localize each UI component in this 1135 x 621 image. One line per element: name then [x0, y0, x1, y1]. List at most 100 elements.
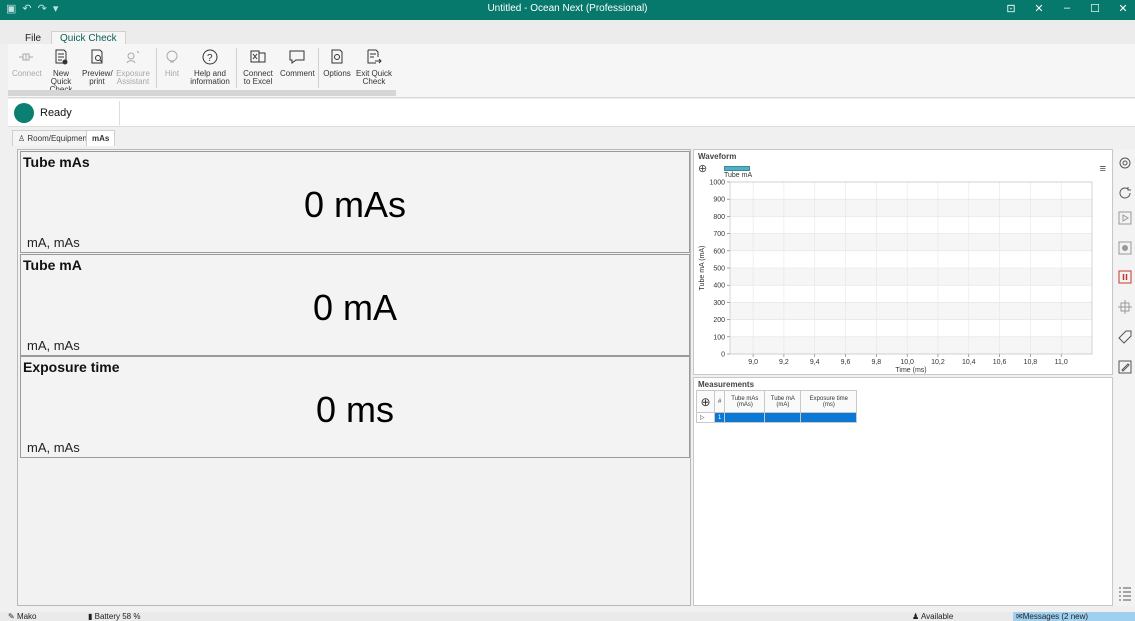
connect-label: Connect: [12, 69, 42, 78]
tube-ma-unit: mA: [343, 287, 398, 328]
crosshair-icon[interactable]: [1117, 299, 1133, 315]
ribbon-separator: [236, 48, 237, 88]
waveform-panel: Waveform ⊕ Tube mA ≡ 0 100 200 300 400 500 600…: [693, 149, 1113, 375]
tube-mas-value: 0 mAs: [21, 184, 689, 226]
exposure-time-value: 0 ms: [21, 389, 689, 431]
zoom-in-icon[interactable]: ⊕: [698, 162, 707, 175]
close-panel-icon[interactable]: ✕: [1031, 2, 1047, 15]
x-tick-label: 9,2: [779, 359, 789, 366]
tube-mas-block: Tube mAs 0 mAs mA, mAs: [20, 151, 690, 253]
assistant-icon: [126, 50, 140, 64]
device-status: ✎ Mako: [8, 612, 37, 621]
new-document-icon: [55, 49, 68, 65]
grid-band: [730, 268, 1092, 286]
exposure-assistant-label: Exposure Assistant: [116, 69, 150, 86]
row-expand-icon[interactable]: ▷: [696, 412, 715, 423]
exit-icon: [367, 49, 382, 64]
y-tick-label: 400: [713, 283, 725, 290]
x-tick-label: 10,8: [1024, 359, 1038, 366]
tab-mas-label: mAs: [92, 134, 110, 143]
preview-print-button[interactable]: Preview/ print: [82, 48, 113, 86]
pause-icon[interactable]: [1117, 269, 1133, 285]
ribbon-separator: [156, 48, 157, 88]
column-header[interactable]: Tube mA (mA): [764, 390, 802, 413]
column-header[interactable]: Exposure time (ms): [800, 390, 858, 413]
chart-menu-icon[interactable]: ≡: [1100, 163, 1106, 175]
options-label: Options: [323, 69, 351, 78]
available-icon: ♟: [912, 612, 920, 621]
exposure-time-subtitle: mA, mAs: [27, 440, 80, 455]
restore-panel-icon[interactable]: ⊡: [1003, 2, 1019, 15]
x-tick-label: 9,8: [871, 359, 881, 366]
tube-mas-subtitle: mA, mAs: [27, 235, 80, 250]
table-zoom-icon[interactable]: ⊕: [696, 390, 715, 413]
ribbon: Connect New Quick Check Preview/ print E…: [8, 44, 1135, 98]
tube-ma-number: 0: [312, 287, 333, 328]
table-cell: [764, 412, 802, 423]
table-cell: [724, 412, 766, 423]
column-header[interactable]: Tube mAs (mAs): [724, 390, 766, 413]
settings-icon[interactable]: [1117, 155, 1133, 171]
y-tick-label: 600: [713, 248, 725, 255]
help-button[interactable]: ? Help and information: [188, 48, 232, 86]
tab-room-equipment-label: Room/Equipment: [27, 134, 90, 143]
x-tick-label: 9,6: [841, 359, 851, 366]
status-text: Ready: [40, 107, 72, 119]
grid-band: [730, 199, 1092, 217]
waveform-chart: 0 100 200 300 400 500 600 700 800 900 1000 9,0 9,2 9,…: [699, 180, 1093, 374]
stop-icon[interactable]: [1117, 240, 1133, 256]
measurements-table: ⊕ # Tube mAs (mAs) Tube mA (mA) Exposure…: [696, 390, 858, 423]
connect-excel-button[interactable]: Connect to Excel: [240, 48, 276, 86]
y-tick-label: 1000: [709, 180, 725, 187]
app-window: ▣ ↶ ↷ ▾ Untitled - Ocean Next (Professio…: [0, 0, 1135, 621]
exposure-time-number: 0: [315, 389, 336, 430]
tube-mas-number: 0: [303, 184, 324, 225]
column-header[interactable]: #: [713, 390, 726, 413]
minimize-button[interactable]: –: [1059, 2, 1075, 15]
available-text: Available: [920, 612, 954, 621]
refresh-icon[interactable]: [1117, 185, 1133, 201]
y-tick-label: 300: [713, 300, 725, 307]
comment-icon: [289, 50, 305, 64]
maximize-button[interactable]: ☐: [1087, 2, 1103, 15]
menu-file[interactable]: File: [25, 33, 41, 44]
print-preview-icon: [91, 49, 103, 64]
connect-button[interactable]: Connect: [12, 48, 42, 78]
status-light-icon: [14, 103, 34, 123]
messages-indicator[interactable]: ✉Messages (2 new): [1013, 612, 1135, 621]
tab-room-equipment[interactable]: ♙ Room/Equipment: [12, 130, 96, 146]
tag-icon[interactable]: [1117, 329, 1133, 345]
menu-tabs: File Quick Check: [0, 20, 1135, 48]
battery-status: ▮ Battery 58 %: [88, 612, 140, 621]
hint-label: Hint: [164, 69, 180, 78]
footer-bar: ✎ Mako ▮ Battery 58 % ♟ Available ✉Messa…: [0, 612, 1135, 621]
x-tick-label: 10,0: [900, 359, 914, 366]
pen-icon: ✎: [8, 612, 15, 621]
tube-ma-block: Tube mA 0 mA mA, mAs: [20, 254, 690, 356]
edit-icon[interactable]: [1117, 359, 1133, 375]
y-tick-label: 500: [713, 266, 725, 273]
hint-button[interactable]: Hint: [160, 48, 184, 78]
exposure-assistant-button[interactable]: Exposure Assistant: [114, 48, 152, 86]
new-quick-check-button[interactable]: New Quick Check: [44, 48, 78, 94]
messages-text: Messages (2 new): [1022, 612, 1089, 621]
grid-band: [730, 302, 1092, 320]
mail-icon: ✉: [1016, 612, 1023, 621]
y-tick-label: 700: [713, 231, 725, 238]
list-icon[interactable]: [1117, 585, 1133, 601]
close-button[interactable]: ✕: [1115, 2, 1131, 15]
comment-button[interactable]: Comment: [280, 48, 315, 78]
grid-band: [730, 233, 1092, 251]
y-tick-label: 0: [721, 352, 725, 359]
connect-icon: [19, 53, 33, 61]
exit-quick-check-label: Exit Quick Check: [356, 69, 393, 86]
ready-indicator: Ready: [12, 101, 120, 125]
options-button[interactable]: Options: [322, 48, 352, 78]
exit-quick-check-button[interactable]: Exit Quick Check: [356, 48, 392, 86]
exposure-time-unit: ms: [346, 389, 395, 430]
measurements-heading: Measurements: [698, 380, 755, 389]
play-icon[interactable]: [1117, 210, 1133, 226]
preview-print-label: Preview/ print: [82, 69, 113, 86]
tab-mas[interactable]: mAs: [86, 130, 116, 146]
table-row[interactable]: ▷ 1: [696, 412, 858, 423]
